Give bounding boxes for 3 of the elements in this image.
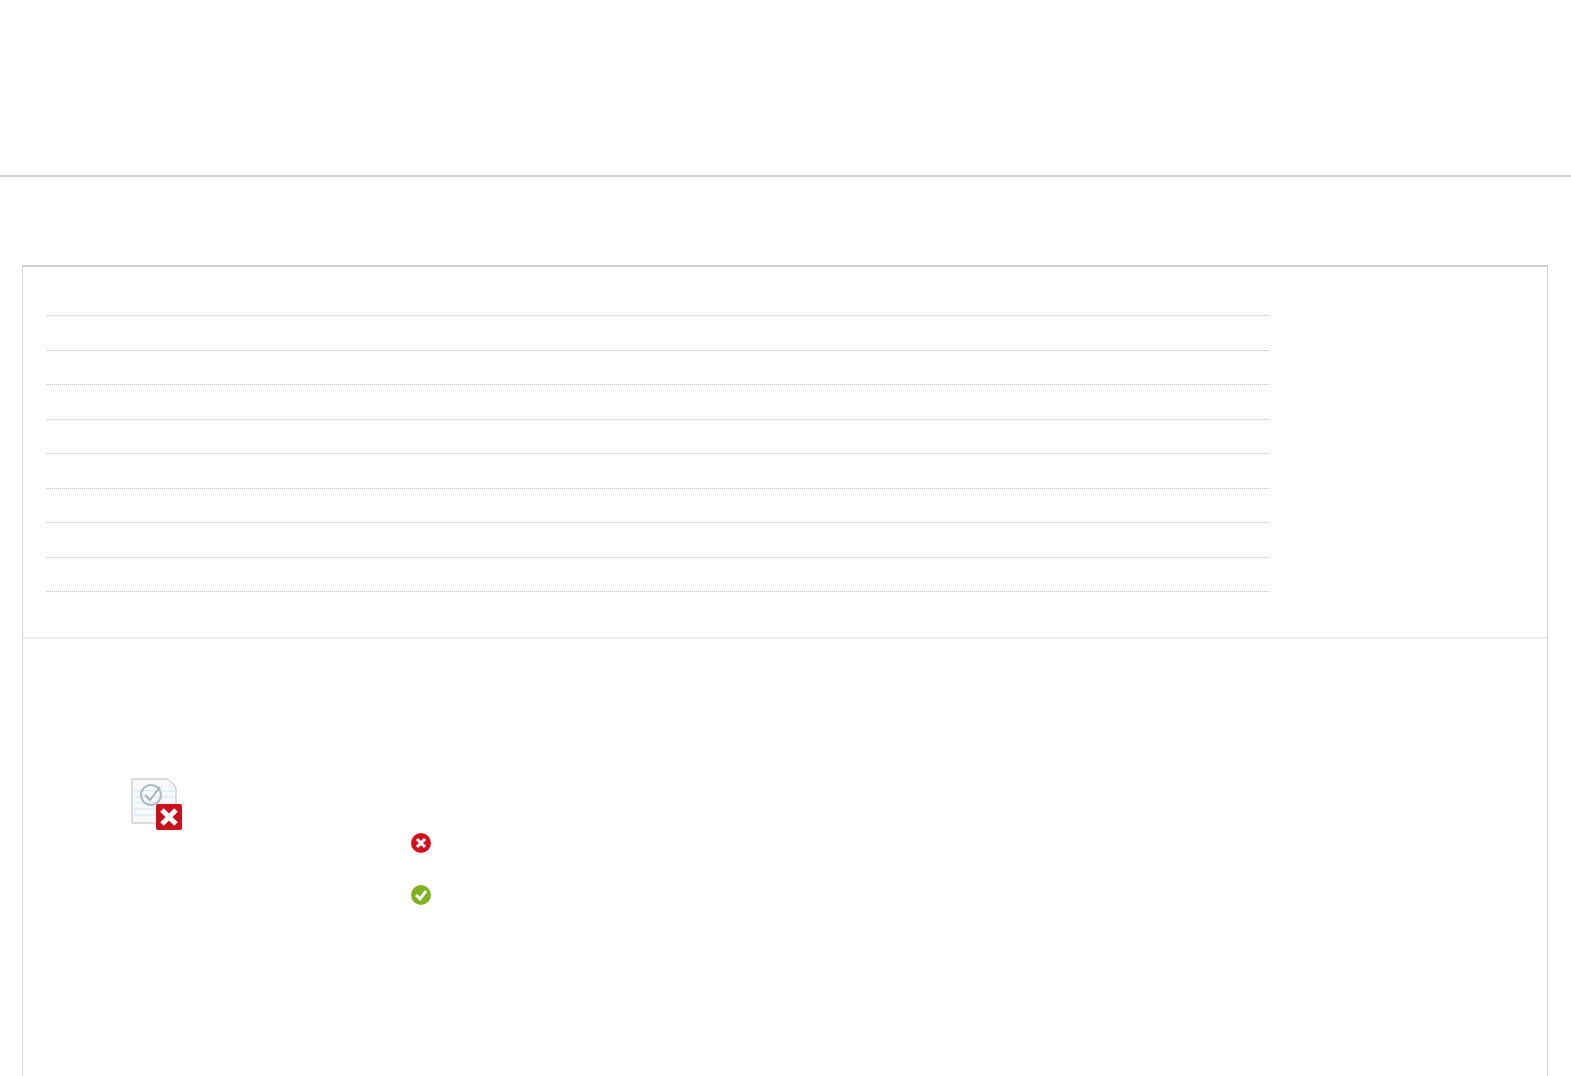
document-status-icon xyxy=(130,777,184,831)
check-icon xyxy=(410,884,432,906)
error-icon xyxy=(410,832,432,854)
